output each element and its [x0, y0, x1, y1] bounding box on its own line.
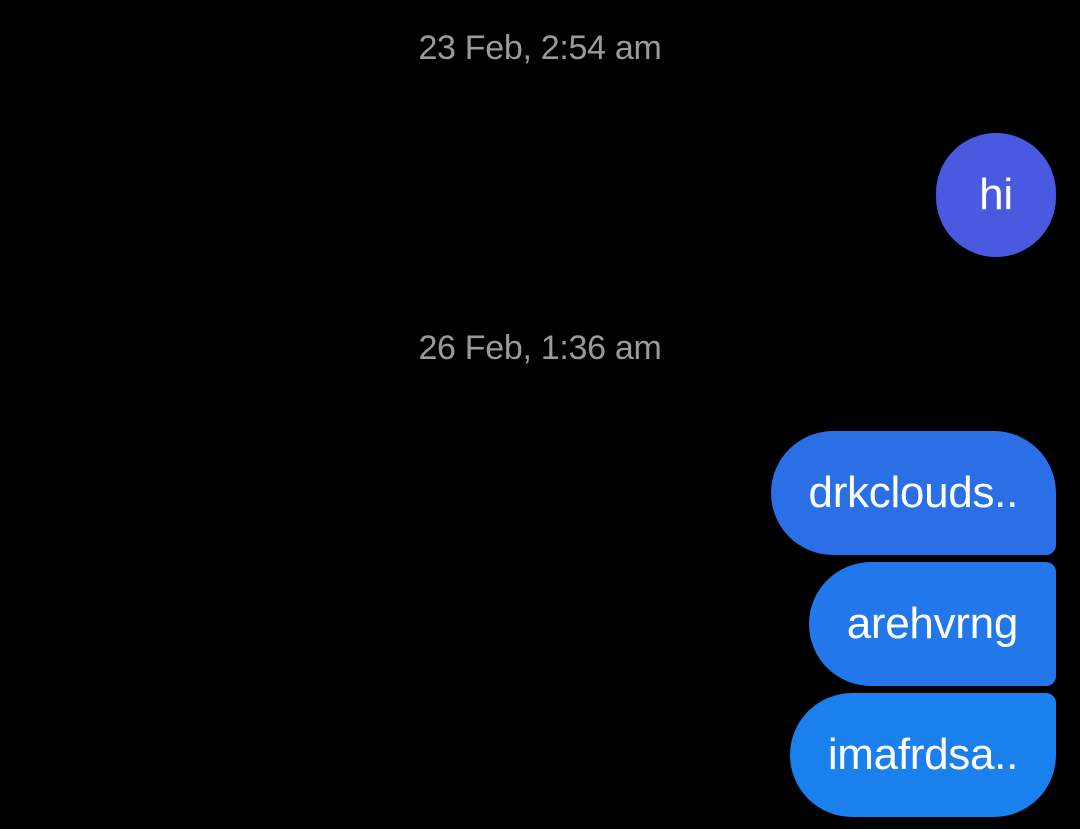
message-text: arehvrng	[846, 599, 1019, 648]
timestamp: 23 Feb, 2:54 am	[418, 29, 662, 67]
sent-message-bubble[interactable]: arehvrng	[808, 562, 1056, 686]
timestamp: 26 Feb, 1:36 am	[418, 329, 662, 367]
message-text: hi	[979, 170, 1013, 219]
message-text: drkclouds..	[808, 468, 1019, 517]
message-thread: 23 Feb, 2:54 am hi 26 Feb, 1:36 am drkcl…	[0, 0, 1080, 829]
message-text: imafrdsa..	[827, 730, 1018, 779]
sent-message-bubble[interactable]: imafrdsa..	[789, 693, 1056, 817]
sent-message-bubble[interactable]: drkclouds..	[770, 431, 1056, 555]
sent-message-bubble[interactable]: hi	[936, 133, 1056, 257]
